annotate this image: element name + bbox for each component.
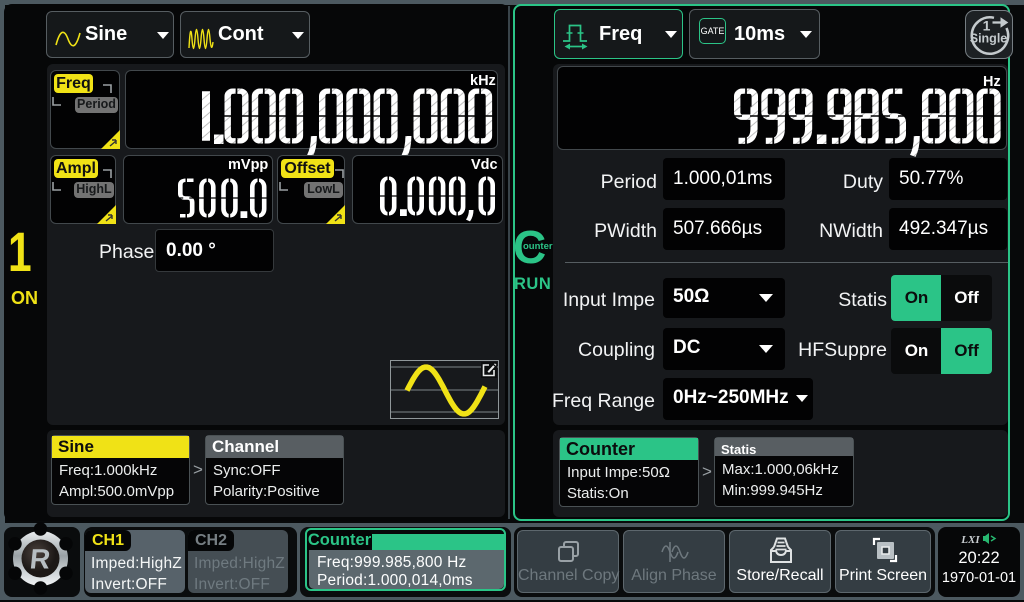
svg-text:R: R <box>28 544 51 575</box>
svg-text:Single: Single <box>970 32 1008 46</box>
